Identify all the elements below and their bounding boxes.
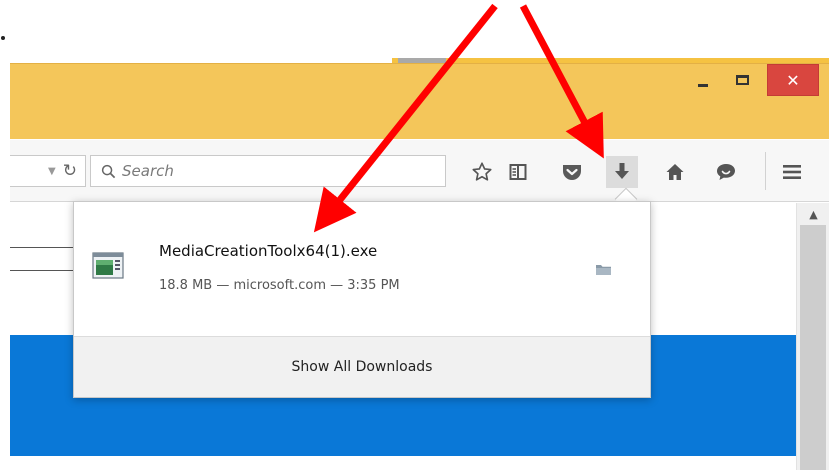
home-icon[interactable] [659, 156, 691, 188]
title-bar: ✕ [10, 63, 829, 139]
page-input-edge [10, 247, 74, 271]
vertical-scrollbar[interactable]: ▲ [796, 203, 829, 470]
scroll-thumb[interactable] [800, 225, 826, 470]
search-icon [101, 164, 116, 178]
download-file-details: 18.8 MB — microsoft.com — 3:35 PM [159, 278, 400, 293]
application-file-icon [92, 252, 124, 279]
search-placeholder: Search [122, 162, 174, 180]
download-icon[interactable] [606, 156, 638, 188]
minimize-icon [698, 83, 708, 87]
minimize-button[interactable] [685, 64, 721, 96]
chat-icon[interactable] [710, 156, 742, 188]
open-containing-folder-button[interactable] [590, 258, 616, 280]
navigation-toolbar: ▼ ↻ Search [10, 140, 829, 202]
dropdown-icon[interactable]: ▼ [48, 166, 56, 177]
show-all-downloads-button[interactable]: Show All Downloads [74, 336, 650, 397]
url-bar-end[interactable]: ▼ ↻ [10, 155, 86, 187]
folder-icon [595, 264, 611, 275]
screenshot: ✕ ▼ ↻ Search ▲ MediaCreationToolx64(1).e… [0, 0, 829, 470]
menu-icon[interactable] [776, 156, 808, 188]
search-input[interactable]: Search [90, 155, 446, 187]
scroll-up-icon[interactable]: ▲ [797, 203, 829, 225]
pocket-icon[interactable] [556, 156, 588, 188]
download-file-name: MediaCreationToolx64(1).exe [159, 242, 378, 260]
reload-icon[interactable]: ↻ [63, 161, 77, 181]
reading-list-icon[interactable] [502, 156, 534, 188]
close-button[interactable]: ✕ [767, 64, 819, 96]
close-icon: ✕ [786, 70, 800, 90]
maximize-icon [735, 75, 749, 85]
toolbar-separator [765, 152, 766, 190]
download-item[interactable]: MediaCreationToolx64(1).exe 18.8 MB — mi… [74, 202, 650, 336]
maximize-button[interactable] [724, 64, 760, 96]
stray-dot [1, 36, 5, 40]
downloads-panel: MediaCreationToolx64(1).exe 18.8 MB — mi… [73, 201, 651, 398]
bookmark-star-icon[interactable] [466, 156, 498, 188]
